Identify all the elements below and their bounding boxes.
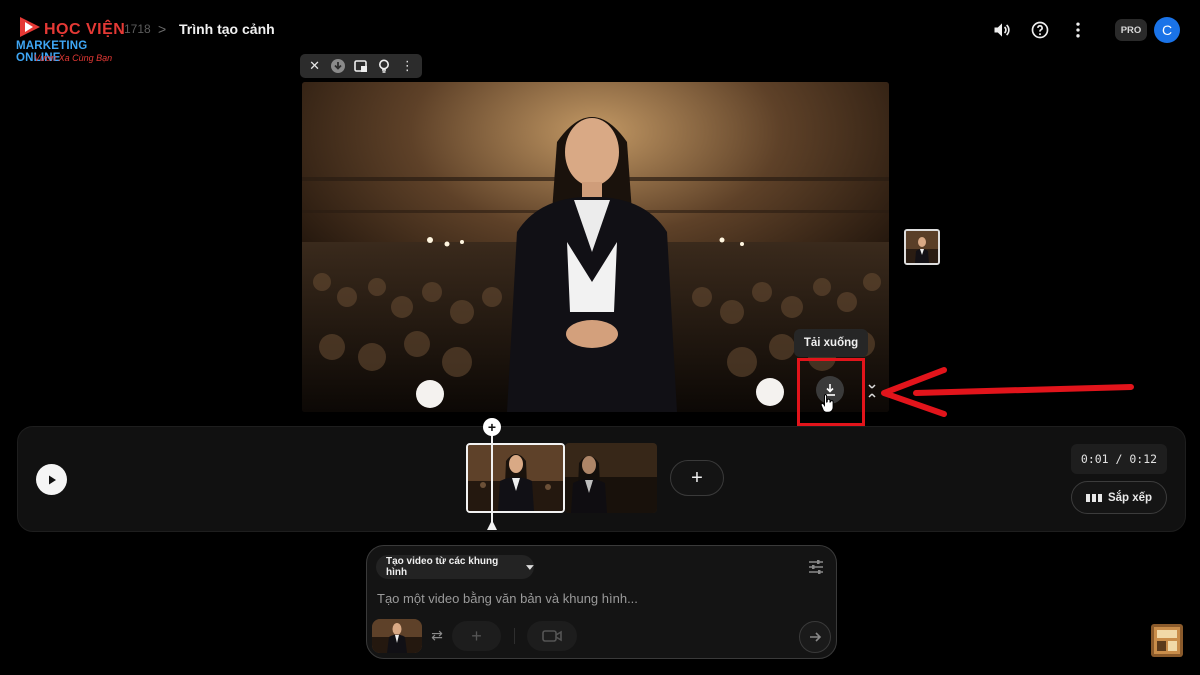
avatar[interactable]: C	[1154, 17, 1180, 43]
more-vert-icon[interactable]	[1067, 19, 1089, 41]
channel-watermark-icon	[1151, 624, 1183, 657]
play-icon	[48, 475, 56, 484]
start-frame-thumbnail[interactable]	[372, 619, 422, 653]
pro-badge: PRO	[1115, 19, 1147, 41]
arrow-right-icon	[810, 632, 822, 642]
annotation-arrow	[881, 367, 1134, 417]
time-display: 0:01 / 0:12	[1071, 444, 1167, 474]
mode-label: Tạo video từ các khung hình	[386, 556, 499, 578]
divider	[514, 628, 515, 644]
breadcrumb-separator: >	[158, 21, 167, 37]
mode-dropdown[interactable]: Tạo video từ các khung hình	[376, 555, 534, 579]
download-icon[interactable]	[326, 56, 349, 76]
tune-icon[interactable]	[807, 558, 825, 576]
more-vert-icon[interactable]: ⋮	[396, 56, 419, 76]
arrange-button[interactable]: Sắp xếp	[1071, 481, 1167, 514]
swap-icon[interactable]: ⇄	[428, 626, 446, 644]
scene-thumbnail[interactable]	[904, 229, 940, 265]
arrange-label: Sắp xếp	[1107, 491, 1153, 504]
copy-frame-icon[interactable]	[349, 56, 372, 76]
close-icon[interactable]: ✕	[303, 56, 326, 76]
playhead-handle[interactable]	[487, 520, 497, 530]
frame-toolbar: ✕ ⋮	[300, 54, 422, 78]
play-logo-icon	[20, 17, 40, 37]
camera-control-button[interactable]	[527, 621, 577, 651]
send-button[interactable]	[799, 621, 831, 653]
add-frame-button[interactable]: +	[452, 621, 501, 651]
download-tooltip: Tải xuống	[794, 329, 868, 357]
brand-logo: HỌC VIỆN MARKETING ONLINE Vươn Xa Cùng B…	[14, 16, 134, 66]
arrange-icon	[1085, 493, 1102, 502]
playhead[interactable]	[491, 434, 493, 526]
breadcrumb-project-id[interactable]: 1718	[124, 22, 151, 36]
timeline-clip-1[interactable]	[466, 443, 565, 513]
page-title: Trình tạo cảnh	[179, 21, 275, 37]
chevron-down-icon	[526, 564, 534, 570]
timeline-clip-2[interactable]	[565, 443, 657, 513]
hand-cursor-icon	[820, 394, 834, 413]
volume-icon[interactable]	[991, 19, 1013, 41]
play-button[interactable]	[36, 464, 67, 495]
add-clip-button[interactable]: +	[670, 460, 724, 496]
playhead-add-button[interactable]: +	[483, 418, 501, 436]
help-icon[interactable]	[1029, 19, 1051, 41]
camera-icon	[542, 630, 562, 642]
logo-line-1: HỌC VIỆN	[44, 21, 126, 38]
idea-icon[interactable]	[373, 56, 396, 76]
prompt-input[interactable]	[377, 589, 797, 607]
logo-tagline: Vươn Xa Cùng Bạn	[34, 53, 113, 63]
